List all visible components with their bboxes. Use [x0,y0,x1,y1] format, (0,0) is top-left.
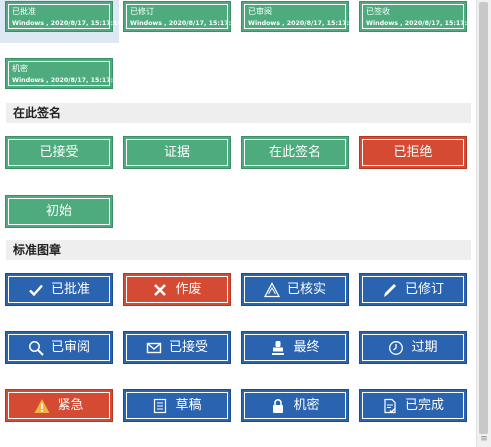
stamp-reviewed-dynamic[interactable]: 已审阅 Windows , 2020/8/17, 15:17:16 [241,1,358,32]
stamp-title: 已批准 [12,7,36,16]
stamp-label: 在此签名 [268,144,321,160]
section-header-standard-stamps: 标准图章 [6,240,471,260]
stamp-sign-here[interactable]: 在此签名 [241,136,349,169]
resize-grip-icon[interactable]: ≡ [480,435,488,444]
stamp-urgent[interactable]: 紧急 [5,389,113,422]
stamp-accepted[interactable]: 已接受 [123,331,231,364]
document-icon [154,398,167,413]
section-header-sign-here: 在此签名 [6,103,471,123]
stamp-meta: Windows , 2020/8/17, 15:17:16 [130,20,240,27]
stamp-revised[interactable]: 已修订 [359,273,467,306]
stamp-label: 作废 [175,281,202,297]
stamp-revised-dynamic[interactable]: 已修订 Windows , 2020/8/17, 15:17:16 [123,1,240,32]
stamp-meta: Windows , 2020/8/17, 15:17:16 [248,20,358,27]
stamp-verified[interactable]: 已核实 [241,273,349,306]
completed-doc-icon [384,398,396,413]
stamp-initial[interactable]: 初始 [5,195,113,228]
stamp-draft[interactable]: 草稿 [123,389,231,422]
stamp-confidential[interactable]: 机密 [241,389,349,422]
stamp-icon [272,340,285,355]
x-icon [154,283,167,296]
stamp-title: 已签收 [366,7,390,16]
stamp-approved[interactable]: 已批准 [5,273,113,306]
clock-icon [389,340,404,355]
stamp-label: 已核实 [286,281,326,297]
stamp-label: 已完成 [404,397,444,413]
pen-icon [383,283,396,297]
stamp-expired[interactable]: 过期 [359,331,467,364]
scrollbar-thumb[interactable] [479,2,488,434]
stamp-received-dynamic[interactable]: 已签收 Windows , 2020/8/17, 15:17:16 [359,1,476,32]
stamp-label: 初始 [45,203,72,219]
stamp-label: 最终 [293,339,320,355]
stamp-title: 机密 [12,64,28,73]
stamp-label: 紧急 [57,397,84,413]
stamp-meta: Windows , 2020/8/17, 15:17:16 [366,20,476,27]
stamp-label: 已批准 [50,281,90,297]
check-icon [29,284,43,296]
triangle-icon [263,281,280,297]
stamp-title: 已修订 [130,7,154,16]
stamp-evidence[interactable]: 证据 [123,136,231,169]
stamp-meta: Windows , 2020/8/17, 15:17:16 [12,20,122,27]
stamp-label: 已接受 [168,339,208,355]
warning-icon [34,398,50,413]
stamp-accepted-green[interactable]: 已接受 [5,136,113,169]
stamp-confidential-dynamic[interactable]: 机密 Windows , 2020/8/17, 15:17:16 [5,58,122,89]
stamp-reviewed[interactable]: 已审阅 [5,331,113,364]
section-title: 标准图章 [13,243,62,257]
stamp-rejected[interactable]: 已拒绝 [359,136,467,169]
magnifier-icon [29,340,44,356]
lock-icon [273,398,284,413]
stamp-meta: Windows , 2020/8/17, 15:17:16 [12,77,122,84]
envelope-icon [146,342,162,353]
stamp-label: 证据 [163,144,190,160]
stamp-label: 已审阅 [50,339,90,355]
stamp-final[interactable]: 最终 [241,331,349,364]
stamp-label: 已接受 [39,144,79,160]
stamp-approved-dynamic[interactable]: 已批准 Windows , 2020/8/17, 15:17:16 [5,1,122,32]
stamp-completed[interactable]: 已完成 [359,389,467,422]
stamp-label: 已修订 [404,281,444,297]
stamp-label: 过期 [411,339,438,355]
stamp-label: 草稿 [175,397,202,413]
section-title: 在此签名 [13,106,62,120]
stamp-label: 已拒绝 [393,144,433,160]
stamp-void[interactable]: 作废 [123,273,231,306]
stamp-label: 机密 [293,397,320,413]
stamp-title: 已审阅 [248,7,272,16]
